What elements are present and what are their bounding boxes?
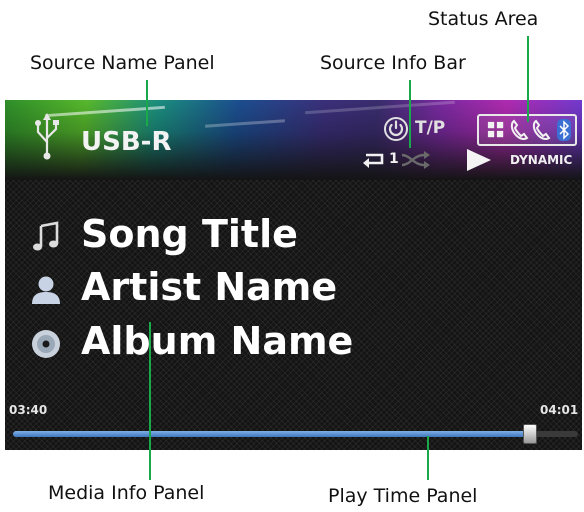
traffic-program-label: T/P: [415, 118, 446, 138]
progress-fill: [13, 431, 529, 437]
grid-icon: [487, 121, 504, 138]
elapsed-time: 03:40: [9, 403, 48, 417]
sound-mode-label[interactable]: DYNAMIC: [510, 153, 572, 167]
disc-icon: [32, 330, 60, 358]
play-icon[interactable]: [463, 147, 493, 173]
shuffle-icon[interactable]: [400, 151, 434, 169]
progress-handle[interactable]: [522, 424, 537, 444]
source-info-bar-leader: [409, 80, 411, 148]
total-time: 04:01: [540, 403, 579, 417]
status-area-leader: [527, 36, 529, 122]
source-name[interactable]: USB-R: [81, 127, 171, 157]
progress-bar[interactable]: [13, 424, 578, 444]
media-info-panel-leader: [149, 322, 151, 480]
status-area-callout: Status Area: [428, 8, 539, 30]
source-name-panel-callout: Source Name Panel: [30, 52, 215, 74]
artist-name: Artist Name: [81, 265, 338, 309]
play-time-panel-callout: Play Time Panel: [328, 485, 478, 507]
bluetooth-icon: [557, 119, 571, 141]
source-name-panel-leader: [146, 80, 148, 126]
power-icon[interactable]: [383, 116, 409, 142]
phone-icon: [510, 119, 529, 140]
usb-icon: [35, 113, 59, 160]
light-streak: [305, 100, 455, 115]
media-info-panel-callout: Media Info Panel: [48, 482, 205, 504]
album-name: Album Name: [81, 319, 354, 363]
song-title: Song Title: [81, 212, 298, 256]
person-icon: [32, 276, 60, 304]
music-note-icon: [33, 221, 59, 251]
repeat-count: 1: [389, 151, 399, 167]
head-unit-screen: USB-R T/P 1 DYNAMIC Song Title Artist Na…: [5, 100, 582, 450]
phone-icon: [532, 119, 551, 140]
source-info-bar-callout: Source Info Bar: [320, 52, 466, 74]
light-streak: [204, 119, 286, 128]
play-time-panel-leader: [427, 436, 429, 480]
repeat-icon[interactable]: [360, 149, 390, 169]
